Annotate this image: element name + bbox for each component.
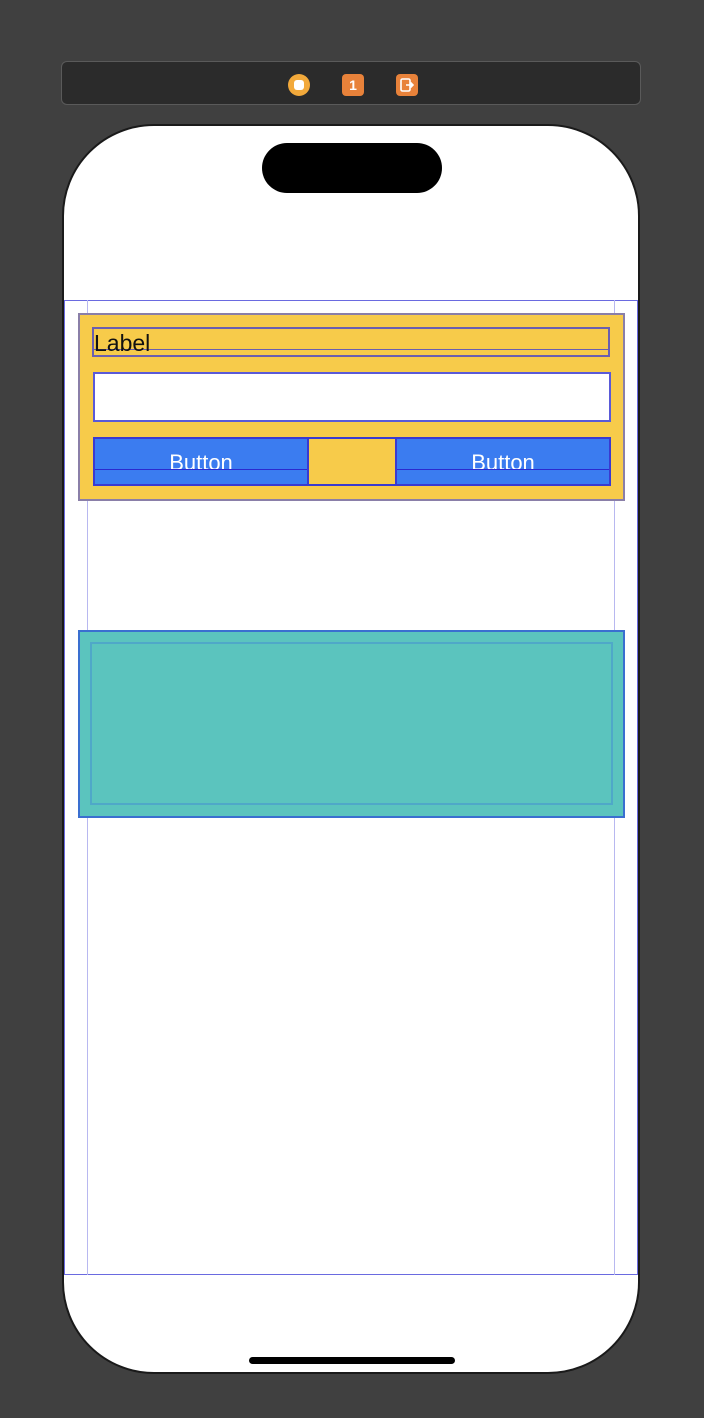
view-controller-icon[interactable] xyxy=(288,74,310,96)
label-frame[interactable] xyxy=(92,327,610,357)
label-guide-line xyxy=(92,349,610,350)
iphone-frame: Label Button Button xyxy=(62,124,640,1374)
teal-container-view[interactable] xyxy=(78,630,625,818)
left-button[interactable]: Button xyxy=(93,437,309,486)
exit-icon[interactable] xyxy=(396,74,418,96)
text-field[interactable] xyxy=(93,372,611,422)
right-button[interactable]: Button xyxy=(395,437,611,486)
label[interactable]: Label xyxy=(94,329,150,357)
button-spacer xyxy=(309,437,395,486)
storyboard-canvas: 1 Label Button Button xyxy=(0,0,704,1418)
home-indicator xyxy=(249,1357,455,1364)
scene-dock: 1 xyxy=(61,61,641,105)
teal-inner-view[interactable] xyxy=(90,642,613,805)
label-guide-line xyxy=(92,356,610,357)
stack-view-container[interactable]: Label Button Button xyxy=(78,313,625,501)
dynamic-island xyxy=(262,143,442,193)
first-responder-icon[interactable]: 1 xyxy=(342,74,364,96)
